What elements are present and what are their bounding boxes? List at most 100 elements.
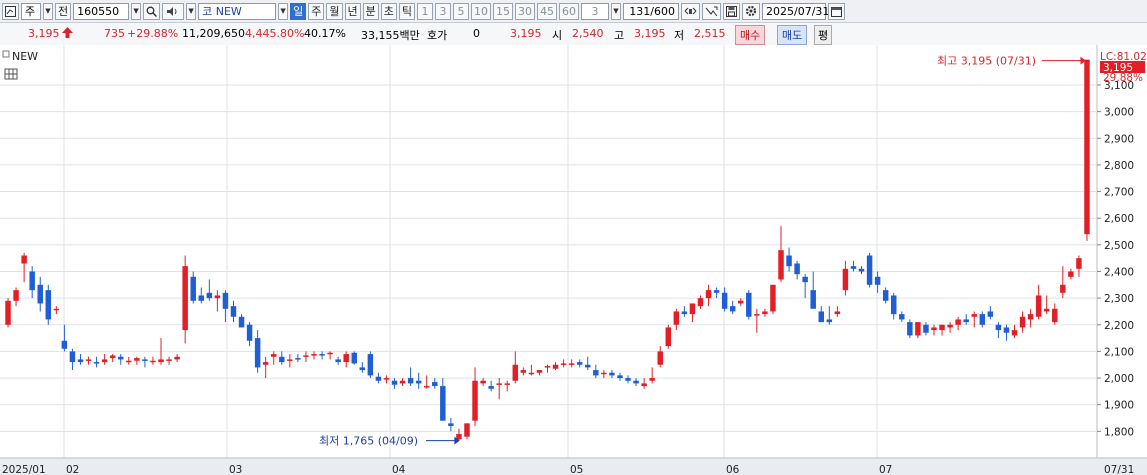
candle [665,324,672,349]
low-annotation: 최저 1,765 (04/09) [319,435,418,448]
candle-body [53,308,60,311]
custom-interval-dropdown-chevron-icon[interactable]: ▼ [611,2,621,20]
candle-body [874,276,881,285]
candle-body [963,319,969,323]
y-tick-label: 2,100 [1104,346,1134,358]
candle-body [1068,271,1074,277]
interval-button-60[interactable]: 60 [559,2,579,20]
all-toggle-button[interactable]: 전 [55,2,72,20]
date-input[interactable]: 2025/07/31 [762,2,829,20]
candle-body [1060,284,1066,293]
candle-body [399,380,406,384]
candle-body [45,290,52,320]
average-button[interactable]: 평 [814,25,833,45]
candle-body [649,378,655,381]
stock-name-field[interactable]: 코 NEW [198,2,277,20]
tab-period-day[interactable]: 일 [290,2,307,20]
trend-tool-icon[interactable] [702,2,721,20]
interval-button-10[interactable]: 10 [471,2,491,20]
x-tick-label: 02 [66,464,79,475]
speaker-icon[interactable] [162,2,185,20]
stock-code-input[interactable]: 160550 [73,2,130,20]
save-icon[interactable] [723,2,740,20]
candle-body [214,295,221,299]
gear-icon[interactable] [742,2,760,20]
tab-period-month[interactable]: 월 [326,2,343,20]
buy-button[interactable]: 매수 [735,25,766,45]
calendar-icon[interactable] [828,2,845,20]
candle-body [890,295,897,315]
candle [746,290,752,320]
sell-button[interactable]: 매도 [777,25,808,45]
candle-body [303,355,309,357]
candle-body [882,290,889,301]
custom-interval-input[interactable]: 3 [581,2,609,20]
candle [770,284,776,315]
x-tick-label: 07 [879,464,892,475]
interval-button-15[interactable]: 15 [493,2,513,20]
candle-body [657,351,663,365]
candle-body [1003,327,1010,333]
candle-body [182,266,188,331]
candle-body [641,383,647,387]
candle-body [456,434,462,440]
count-display[interactable]: 131/600 [623,2,679,20]
candle-body [246,324,253,341]
candle-body [923,324,929,333]
candle-body [576,362,583,365]
y-tick-label: 1,800 [1104,426,1134,438]
candle-body [351,352,357,364]
stock-code-dropdown-chevron-icon[interactable]: ▼ [131,2,142,20]
candle-body [512,364,519,381]
candle-body [794,263,800,275]
tab-period-year[interactable]: 년 [344,2,361,20]
candle-body [866,255,873,285]
interval-button-3[interactable]: 3 [435,2,451,20]
candle-body [705,290,712,299]
candle-body [472,380,478,421]
candle-body [665,327,672,347]
hoga-value: 0 [473,27,480,40]
candle-body [343,354,349,363]
candle-body [134,358,140,361]
high-annotation: 최고 3,195 (07/31) [937,55,1036,68]
candle-body [29,271,35,291]
candle-body [939,324,945,331]
turnover-rate: 40.17% [304,27,346,40]
y-tick-label: 2,200 [1104,320,1134,332]
interval-button-1[interactable]: 1 [417,2,433,20]
x-tick-label-end: 07/31 [1104,464,1134,475]
market-dropdown-chevron-icon[interactable]: ▼ [43,2,53,20]
market-select[interactable]: 주 [21,2,41,20]
stock-name-dropdown-chevron-icon[interactable]: ▼ [278,2,289,20]
chart-menu-icon[interactable] [2,2,19,20]
candle-body [826,319,833,323]
candle-body [238,316,245,328]
price-change-pct: +29.88% [127,27,179,40]
tab-period-minute[interactable]: 분 [362,2,379,20]
hoga-price: 3,195 [510,27,542,40]
tab-period-week[interactable]: 주 [308,2,325,20]
search-icon[interactable] [143,2,161,20]
candle-body [625,378,631,381]
candle-body [1084,59,1090,235]
y-tick-label: 2,700 [1104,187,1134,199]
chart-settings-icon[interactable] [681,2,700,20]
candle-body [520,370,527,373]
candle-body [85,359,92,361]
high-label: 고 [614,29,625,42]
tab-period-second[interactable]: 초 [380,2,397,20]
candle-body [109,355,116,359]
candle-body [1043,308,1050,312]
interval-button-5[interactable]: 5 [453,2,469,20]
candle-body [673,311,680,325]
candle-body [383,378,390,380]
candlestick-chart[interactable]: 1,800 1,900 2,000 2,100 2,200 2,300 2,400 2,500… [0,45,1147,475]
candle-body [279,356,285,363]
tab-period-tick[interactable]: 틱 [398,2,415,20]
interval-button-30[interactable]: 30 [515,2,535,20]
candle-body [834,311,841,315]
speaker-dropdown-chevron-icon[interactable]: ▼ [186,2,197,20]
interval-button-45[interactable]: 45 [537,2,557,20]
x-tick-label: 03 [229,464,242,475]
